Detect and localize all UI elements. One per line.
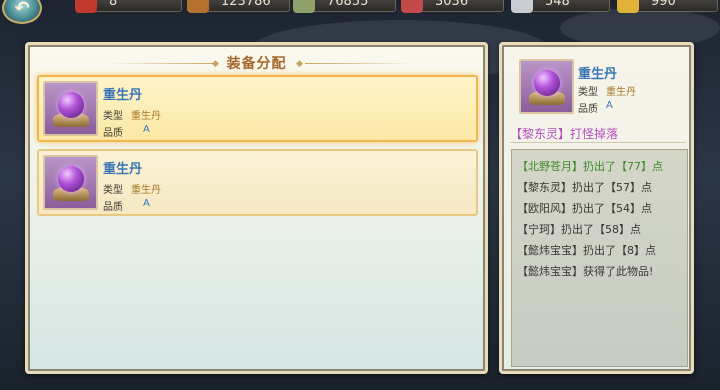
- item-row[interactable]: 重生丹 类型 重生丹 品质 A: [37, 75, 478, 142]
- resource-slot: 123786: [187, 0, 290, 13]
- resource-value: 990: [651, 0, 676, 9]
- log-entry: 【宁珂】扔出了【58】点: [517, 223, 641, 236]
- log-entry: 【懿炜宝宝】扔出了【8】点: [517, 244, 656, 257]
- title-divider: [305, 63, 415, 64]
- meat-icon: [401, 0, 423, 13]
- roll-log: 【北野苍月】扔出了【77】点 【黎东灵】扔出了【57】点 【欧阳风】扔出了【54…: [511, 149, 688, 367]
- resource-slot: 3036: [401, 0, 504, 13]
- resource-bar: ↶ 8 123786 76855 3036 548 990: [0, 0, 720, 24]
- item-detail-panel: 重生丹 类型 重生丹 品质 A 【黎东灵】打怪掉落 【北野苍月】扔出了【77】点…: [499, 42, 694, 374]
- log-entry: 【欧阳风】扔出了【54】点: [517, 202, 652, 215]
- rebirth-pill-icon: [43, 81, 98, 136]
- rebirth-pill-icon: [43, 155, 98, 210]
- wood-icon: [187, 0, 209, 13]
- detail-quality-label: 品质: [578, 104, 598, 115]
- flame-token-icon: [75, 0, 97, 13]
- title-ornament: ◆: [296, 59, 303, 69]
- resource-slot: 990: [617, 0, 718, 13]
- detail-type-value: 重生丹: [606, 87, 636, 98]
- item-quality-value: A: [143, 124, 150, 135]
- cash-icon: [293, 0, 315, 13]
- detail-item-name: 重生丹: [578, 67, 618, 82]
- item-quality-label: 品质: [103, 128, 123, 139]
- drop-source: 【黎东灵】打怪掉落: [510, 125, 686, 143]
- purple-orb: [58, 166, 84, 192]
- back-button[interactable]: ↶: [2, 0, 42, 24]
- resource-value: 548: [545, 0, 570, 9]
- resource-value: 8: [109, 0, 118, 9]
- log-entry: 【黎东灵】扔出了【57】点: [517, 181, 652, 194]
- item-name: 重生丹: [103, 162, 143, 177]
- resource-value: 76855: [327, 0, 369, 9]
- item-type-value: 重生丹: [131, 185, 161, 196]
- purple-orb: [534, 70, 560, 96]
- item-name: 重生丹: [103, 88, 143, 103]
- item-type-value: 重生丹: [131, 111, 161, 122]
- back-arrow-icon: ↶: [14, 0, 30, 19]
- gold-icon: [617, 0, 639, 13]
- purple-orb: [58, 92, 84, 118]
- resource-value: 3036: [435, 0, 469, 9]
- item-quality-label: 品质: [103, 202, 123, 213]
- detail-type-label: 类型: [578, 87, 598, 98]
- panel-title: 装备分配: [226, 56, 287, 72]
- rebirth-pill-icon: [519, 59, 574, 114]
- item-quality-value: A: [143, 198, 150, 209]
- resource-slot: 76855: [293, 0, 396, 13]
- item-type-label: 类型: [103, 111, 123, 122]
- item-row[interactable]: 重生丹 类型 重生丹 品质 A: [37, 149, 478, 216]
- detail-quality-value: A: [606, 100, 613, 111]
- silver-icon: [511, 0, 533, 13]
- resource-slot: 8: [75, 0, 182, 13]
- distribution-panel: ◆ 装备分配 ◆ 重生丹 类型 重生丹 品质 A 重生丹 类型 重生丹 品质 A: [25, 42, 488, 374]
- log-entry: 【懿炜宝宝】获得了此物品!: [517, 265, 654, 278]
- resource-value: 123786: [221, 0, 271, 9]
- resource-slot: 548: [511, 0, 610, 13]
- log-entry: 【北野苍月】扔出了【77】点: [517, 160, 663, 173]
- item-type-label: 类型: [103, 185, 123, 196]
